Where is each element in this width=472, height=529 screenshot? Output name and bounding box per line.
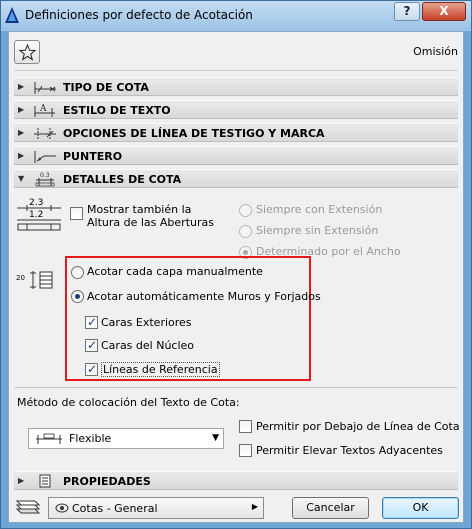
- witness-line-icon: [34, 128, 56, 140]
- ok-button[interactable]: OK: [382, 497, 459, 519]
- chevron-down-icon: ▼: [212, 433, 219, 443]
- layer-combo-value: Cotas - General: [72, 502, 158, 515]
- opening-width-text: 2.3: [29, 198, 44, 208]
- radio-acotar-automaticamente[interactable]: [71, 290, 84, 303]
- checkbox-caras-exteriores[interactable]: [85, 315, 98, 329]
- flexible-placement-icon: [36, 433, 62, 444]
- close-button[interactable]: X: [422, 2, 466, 21]
- panel-label: DETALLES DE COTA: [63, 173, 182, 186]
- checkbox-permitir-elevar[interactable]: [239, 444, 252, 457]
- checkbox-caras-del-nucleo[interactable]: [85, 338, 98, 352]
- panel-tipo-de-cota[interactable]: ▶ TIPO DE COTA: [14, 77, 458, 96]
- archicad-icon: [5, 7, 19, 23]
- panel-label: TIPO DE COTA: [63, 81, 149, 94]
- expand-arrow-icon: ▶: [18, 105, 25, 114]
- text-style-icon: A: [34, 104, 55, 117]
- radio-acotar-manualmente[interactable]: [71, 266, 84, 279]
- properties-icon: [39, 474, 51, 488]
- radio-label: Acotar automáticamente Muros y Forjados: [87, 290, 321, 303]
- checkbox-permitir-debajo[interactable]: [239, 420, 252, 433]
- checkbox-label: Caras del Núcleo: [101, 339, 195, 352]
- show-height-checkbox[interactable]: [70, 207, 83, 220]
- help-button[interactable]: ?: [394, 2, 420, 21]
- chevron-right-icon: ▶: [251, 502, 258, 511]
- placement-value: Flexible: [69, 432, 112, 445]
- layer-dimension-icon: [30, 271, 53, 289]
- placement-label: Método de colocación del Texto de Cota:: [17, 396, 240, 409]
- panel-propiedades[interactable]: ▶ PROPIEDADES: [14, 471, 458, 490]
- expand-arrow-icon: ▶: [18, 476, 25, 485]
- checkbox-label: Permitir Elevar Textos Adyacentes: [256, 444, 443, 457]
- collapse-arrow-icon: ▼: [18, 174, 25, 183]
- checkbox-label: Permitir por Debajo de Línea de Cota: [256, 420, 460, 433]
- dimension-type-icon: [34, 82, 56, 94]
- panel-estilo-de-texto[interactable]: ▶ A ESTILO DE TEXTO: [14, 100, 458, 119]
- checkbox-lineas-de-referencia[interactable]: [85, 362, 98, 376]
- radio-siempre-con-extension[interactable]: [239, 204, 252, 217]
- panel-label: PUNTERO: [63, 150, 123, 163]
- dialog-body: Omisión ▶ TIPO DE COTA ▶ A ESTILO DE TEX…: [8, 31, 464, 523]
- radio-label: Acotar cada capa manualmente: [87, 265, 263, 278]
- checkbox-label: Caras Exteriores: [101, 316, 192, 329]
- panel-label: ESTILO DE TEXTO: [63, 104, 171, 117]
- divider: [14, 70, 458, 71]
- radio-siempre-sin-extension[interactable]: [239, 225, 252, 238]
- panel-opciones-linea-testigo[interactable]: ▶ OPCIONES DE LÍNEA DE TESTIGO Y MARCA: [14, 123, 458, 142]
- title-bar[interactable]: Definiciones por defecto de Acotación ? …: [1, 1, 471, 31]
- window-title: Definiciones por defecto de Acotación: [25, 8, 253, 22]
- layer-icon-text: 20: [16, 274, 25, 282]
- layers-icon: [15, 500, 41, 514]
- radio-label: Siempre sin Extensión: [256, 224, 379, 237]
- preset-name: Omisión: [413, 45, 458, 58]
- radio-label: Siempre con Extensión: [256, 203, 383, 216]
- expand-arrow-icon: ▶: [18, 128, 25, 137]
- checkbox-label: Líneas de Referencia: [101, 362, 220, 377]
- layer-combo[interactable]: Cotas - General ▶: [48, 497, 264, 519]
- show-height-label: Mostrar también la Altura de las Abertur…: [87, 203, 214, 229]
- svg-text:A: A: [39, 104, 47, 114]
- dimension-details-icon: 0.3: [35, 172, 55, 187]
- panel-label: PROPIEDADES: [63, 475, 151, 488]
- favorites-button[interactable]: [14, 40, 40, 64]
- placement-dropdown[interactable]: Flexible ▼: [28, 428, 224, 449]
- panel-puntero[interactable]: ▶ PUNTERO: [14, 146, 458, 165]
- divider: [14, 387, 458, 388]
- expand-arrow-icon: ▶: [18, 82, 25, 91]
- svg-text:0.3: 0.3: [40, 172, 50, 179]
- panel-label: OPCIONES DE LÍNEA DE TESTIGO Y MARCA: [63, 127, 325, 140]
- panel-detalles-de-cota[interactable]: ▼ 0.3 DETALLES DE COTA: [14, 169, 458, 188]
- eye-icon: [55, 503, 69, 513]
- cancel-button[interactable]: Cancelar: [292, 497, 369, 519]
- star-icon: [19, 44, 36, 61]
- expand-arrow-icon: ▶: [18, 151, 25, 160]
- dialog-window: Definiciones por defecto de Acotación ? …: [0, 0, 472, 529]
- opening-height-text: 1.2: [29, 210, 44, 220]
- pointer-icon: [34, 151, 56, 163]
